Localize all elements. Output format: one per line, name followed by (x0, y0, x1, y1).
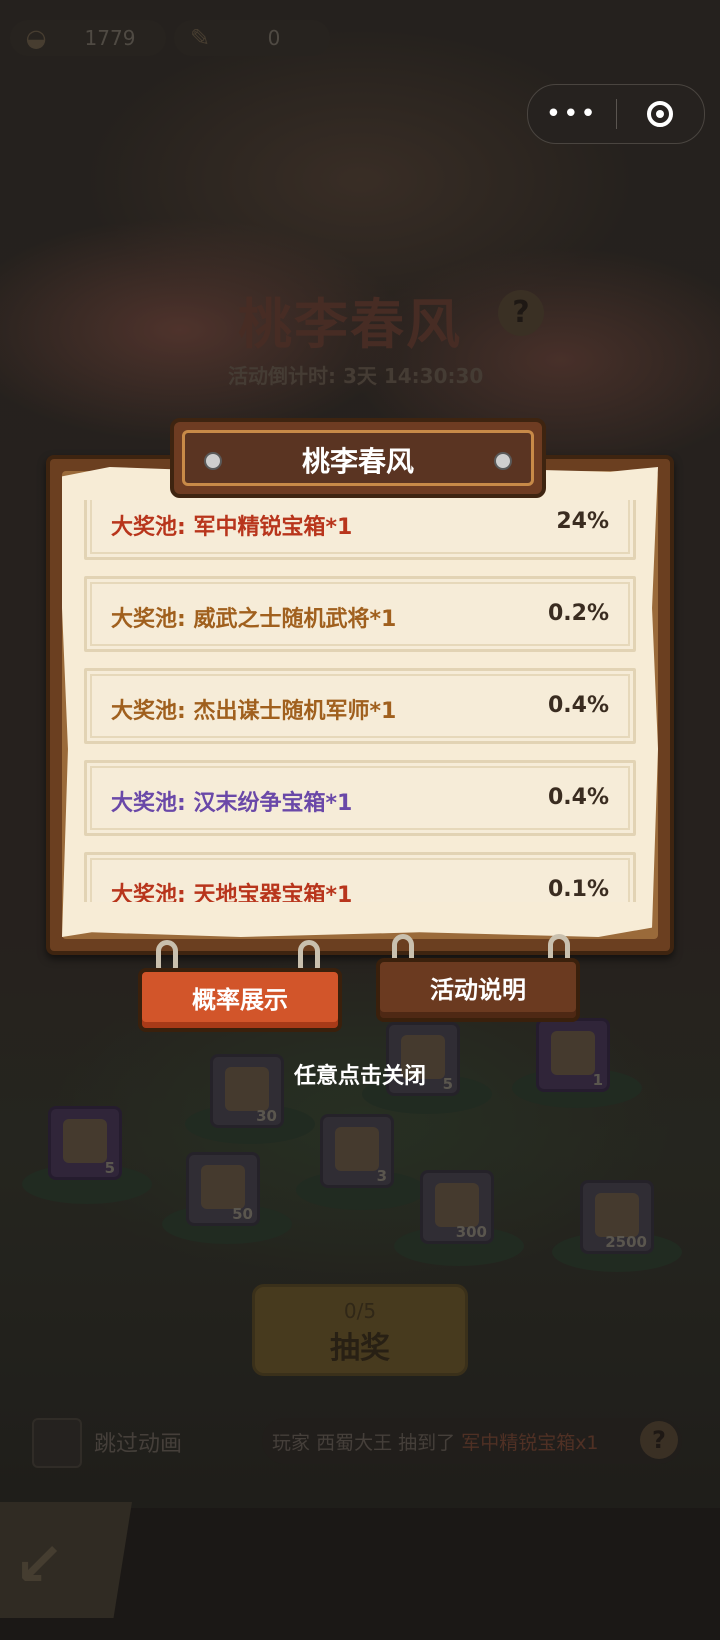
more-icon[interactable]: ••• (528, 99, 616, 129)
prize-probability: 0.1% (547, 877, 609, 902)
probability-list[interactable]: 大奖池: 军中精锐宝箱*1 24% 大奖池: 威武之士随机武将*1 0.2% 大… (84, 500, 636, 902)
list-item: 大奖池: 天地宝器宝箱*1 0.1% (84, 852, 636, 902)
prize-name: 大奖池: 杰出谋士随机军师*1 (111, 699, 397, 724)
prize-probability: 0.4% (547, 785, 609, 810)
prize-name: 大奖池: 天地宝器宝箱*1 (111, 883, 353, 902)
prize-probability: 0.4% (547, 693, 609, 718)
prize-name: 大奖池: 汉末纷争宝箱*1 (111, 791, 353, 816)
prize-probability: 0.2% (547, 601, 609, 626)
list-item: 大奖池: 军中精锐宝箱*1 24% (84, 500, 636, 560)
list-item: 大奖池: 威武之士随机武将*1 0.2% (84, 576, 636, 652)
close-hint: 任意点击关闭 (293, 1064, 426, 1089)
tab-probability[interactable]: 概率展示 (138, 968, 342, 1032)
prize-name: 大奖池: 威武之士随机武将*1 (111, 607, 397, 632)
tab-event-rules[interactable]: 活动说明 (376, 958, 580, 1022)
prize-probability: 24% (556, 509, 609, 534)
list-item: 大奖池: 杰出谋士随机军师*1 0.4% (84, 668, 636, 744)
target-icon (647, 101, 674, 127)
list-item: 大奖池: 汉末纷争宝箱*1 0.4% (84, 760, 636, 836)
miniprogram-capsule: ••• (527, 84, 705, 144)
prize-name: 大奖池: 军中精锐宝箱*1 (111, 515, 353, 540)
dialog-header: 桃李春风 (170, 418, 546, 498)
close-miniprogram-button[interactable] (617, 101, 705, 127)
dialog-title: 桃李春风 (301, 445, 414, 478)
